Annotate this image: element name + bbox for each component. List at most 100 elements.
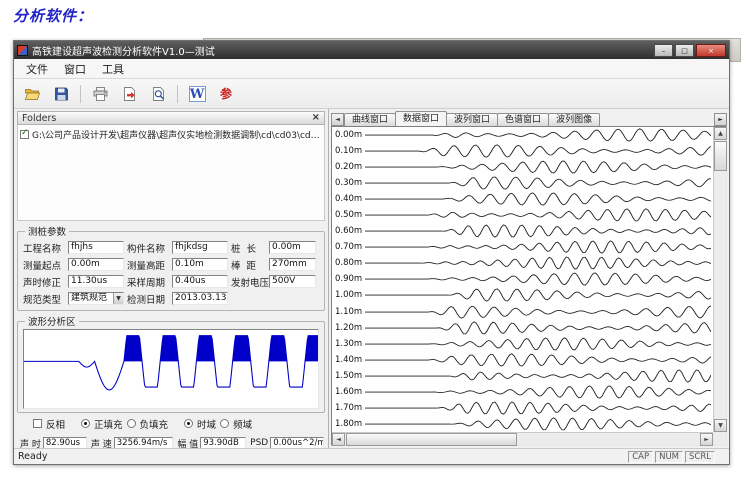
depth-label: 1.70m	[332, 403, 365, 413]
waveform-row[interactable]: 1.30m	[332, 336, 713, 352]
close-button[interactable]: ×	[696, 44, 726, 57]
waveform-row[interactable]: 0.80m	[332, 255, 713, 271]
field-label: 桩 长	[231, 241, 268, 255]
toolbar-separator	[80, 85, 81, 103]
waveform-row[interactable]: 0.40m	[332, 191, 713, 207]
depth-label: 0.00m	[332, 130, 365, 140]
desktop: 分析软件： 高铁建设超声波检测分析软件V1.0—测试 – □ × 文件 窗口 工…	[0, 0, 745, 477]
waveform-trace	[365, 207, 711, 223]
tube-spacing-field[interactable]: 270mm	[269, 258, 316, 271]
waveform-trace	[365, 239, 711, 255]
waveform-trace	[365, 223, 711, 239]
waveform-row[interactable]: 1.60m	[332, 384, 713, 400]
scroll-right-icon[interactable]: ►	[700, 433, 713, 446]
print-preview-button[interactable]	[145, 82, 171, 106]
page-title: 分析软件：	[13, 5, 93, 26]
freq-domain-radio[interactable]	[220, 419, 229, 428]
pile-params-group: 测桩参数 工程名称 fhjhs 构件名称 fhjkdsg 桩 长 0.00m 测…	[17, 224, 325, 311]
tab-strip-tabs: 曲线窗口数据窗口波列窗口色谱窗口波列图像	[344, 111, 599, 126]
word-export-button[interactable]: W	[184, 82, 210, 106]
right-panel: ◄ 曲线窗口数据窗口波列窗口色谱窗口波列图像 ► 0.00m 0.10m0.20m…	[328, 109, 729, 448]
depth-label: 0.70m	[332, 242, 365, 252]
fill-negative-radio[interactable]	[127, 419, 136, 428]
waveform-trace	[365, 416, 711, 432]
save-button[interactable]	[48, 82, 74, 106]
waveform-row[interactable]: 0.50m	[332, 207, 713, 223]
component-name-field[interactable]: fhjkdsg	[172, 241, 228, 254]
waveform-analysis-title: 波形分析区	[25, 314, 79, 328]
field-label: 发射电压	[231, 275, 268, 289]
print-button[interactable]	[87, 82, 113, 106]
menu-window[interactable]: 窗口	[56, 59, 94, 79]
menu-tools[interactable]: 工具	[94, 59, 132, 79]
time-domain-radio[interactable]	[184, 419, 193, 428]
preview-magnifier-icon	[150, 86, 167, 102]
tab-2[interactable]: 数据窗口	[395, 111, 447, 126]
chevron-down-icon[interactable]: ▼	[113, 293, 123, 304]
scroll-down-icon[interactable]: ▼	[714, 419, 727, 432]
tree-item[interactable]: G:\公司产品设计开发\超声仪器\超声仪实地检测数据调制\cd\cd03\cd0…	[20, 128, 322, 141]
voltage-field[interactable]: 500V	[269, 275, 316, 288]
status-text: Ready	[18, 451, 628, 462]
waveform-row[interactable]: 0.90m	[332, 271, 713, 287]
folders-panel-header: Folders ×	[17, 111, 325, 125]
waveform-row[interactable]: 0.60m	[332, 223, 713, 239]
waveform-row[interactable]: 1.00m	[332, 287, 713, 303]
waveform-plot[interactable]	[23, 329, 319, 409]
waveform-row[interactable]: 1.80m	[332, 416, 713, 432]
waveform-row[interactable]: 1.50m	[332, 368, 713, 384]
export-button[interactable]	[116, 82, 142, 106]
title-bar[interactable]: 高铁建设超声波检测分析软件V1.0—测试 – □ ×	[14, 41, 729, 59]
menu-file[interactable]: 文件	[18, 59, 56, 79]
depth-label: 1.50m	[332, 371, 365, 381]
scroll-left-icon[interactable]: ◄	[332, 433, 345, 446]
toolbar: W 参	[14, 79, 729, 109]
measure-step-field[interactable]: 0.10m	[172, 258, 228, 271]
standard-type-select[interactable]: 建筑规范▼	[68, 292, 124, 305]
waveform-row[interactable]: 1.20m	[332, 320, 713, 336]
minimize-button[interactable]: –	[654, 44, 673, 57]
waveform-row[interactable]: 1.40m	[332, 352, 713, 368]
waveform-row[interactable]: 0.00m	[332, 127, 713, 143]
tab-3[interactable]: 波列窗口	[446, 113, 498, 126]
waveform-row[interactable]: 0.30m	[332, 175, 713, 191]
open-file-button[interactable]	[19, 82, 45, 106]
pile-params-title: 测桩参数	[25, 224, 69, 238]
tabs-scroll-left-icon[interactable]: ◄	[331, 113, 344, 126]
pile-length-field[interactable]: 0.00m	[269, 241, 316, 254]
depth-label: 0.80m	[332, 258, 365, 268]
fill-positive-radio[interactable]	[81, 419, 90, 428]
horizontal-scrollbar[interactable]: ◄ ►	[332, 432, 713, 445]
tabs-scroll-right-icon[interactable]: ►	[714, 113, 727, 126]
time-correction-field[interactable]: 11.30us	[68, 275, 124, 288]
folders-close-icon[interactable]: ×	[312, 113, 320, 123]
waveform-trace	[365, 320, 711, 336]
sample-period-field[interactable]: 0.40us	[172, 275, 228, 288]
hscroll-thumb[interactable]	[346, 433, 517, 446]
invert-checkbox[interactable]	[33, 419, 42, 428]
waveform-row[interactable]: 0.10m	[332, 143, 713, 159]
waveform-row[interactable]: 1.10m	[332, 304, 713, 320]
tab-4[interactable]: 色谱窗口	[497, 113, 549, 126]
field-label: 声时修正	[23, 275, 67, 289]
field-label: 规范类型	[23, 292, 67, 306]
parameter-button[interactable]: 参	[213, 82, 239, 106]
tab-5[interactable]: 波列图像	[548, 113, 600, 126]
waveform-row[interactable]: 0.70m	[332, 239, 713, 255]
tree-item-checkbox[interactable]	[20, 130, 29, 139]
field-label: 测量高距	[127, 258, 171, 272]
vertical-scrollbar[interactable]: ▲ ▼	[713, 127, 726, 432]
waveform-row[interactable]: 1.70m	[332, 400, 713, 416]
project-name-field[interactable]: fhjhs	[68, 241, 124, 254]
depth-label: 0.60m	[332, 226, 365, 236]
test-date-field[interactable]: 2013.03.13	[172, 292, 228, 305]
measure-start-field[interactable]: 0.00m	[68, 258, 124, 271]
maximize-button[interactable]: □	[675, 44, 694, 57]
waveform-trace	[365, 175, 711, 191]
vscroll-thumb[interactable]	[714, 141, 727, 171]
tab-1[interactable]: 曲线窗口	[344, 113, 396, 126]
field-label: 棒 距	[231, 258, 268, 272]
scroll-up-icon[interactable]: ▲	[714, 127, 727, 140]
depth-label: 1.10m	[332, 307, 365, 317]
waveform-row[interactable]: 0.20m	[332, 159, 713, 175]
